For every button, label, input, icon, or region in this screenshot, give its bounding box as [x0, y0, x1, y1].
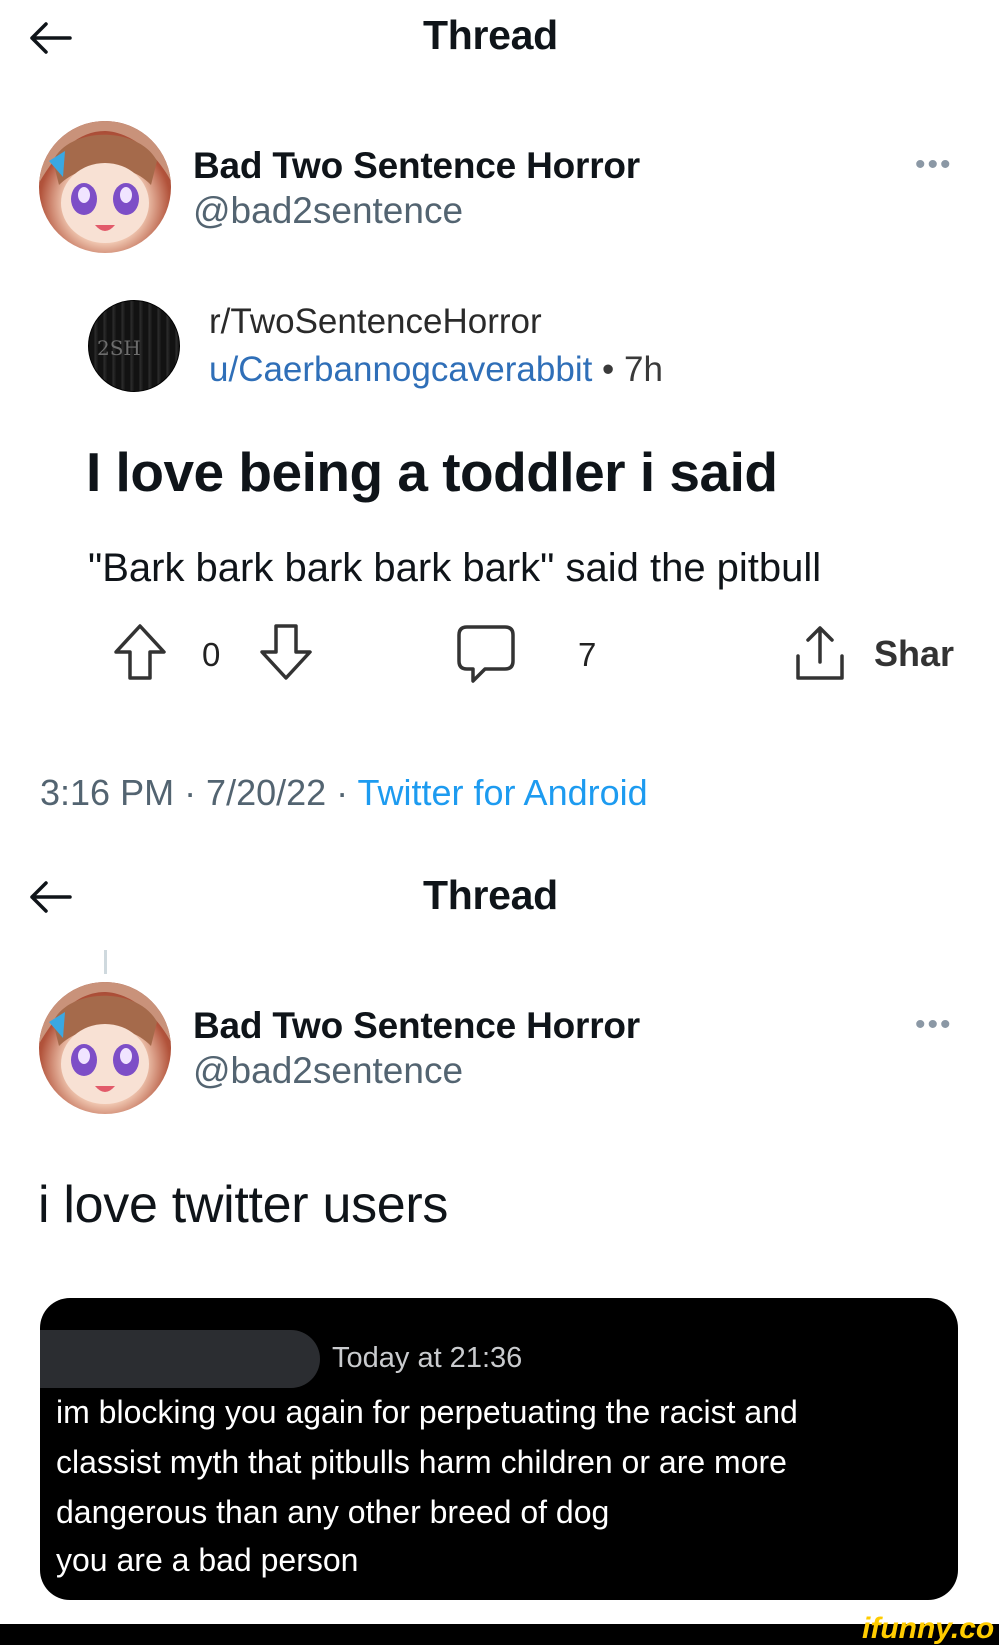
tweet-text: i love twitter users: [38, 1176, 449, 1234]
page-title: Thread: [423, 872, 558, 918]
message-timestamp: Today at 21:36: [332, 1342, 523, 1374]
page-title: Thread: [423, 12, 558, 58]
share-icon[interactable]: [792, 622, 848, 682]
reddit-username: u/Caerbannogcaverabbit: [209, 350, 593, 389]
redacted-username-bar: [40, 1330, 320, 1388]
comment-icon[interactable]: [455, 623, 517, 685]
subreddit-name: r/TwoSentenceHorror: [209, 302, 542, 341]
avatar[interactable]: [39, 982, 171, 1114]
reddit-byline: u/Caerbannogcaverabbit • 7h: [209, 350, 663, 390]
more-options-icon[interactable]: •••: [915, 148, 953, 182]
share-button[interactable]: Shar: [874, 633, 954, 675]
author-name[interactable]: Bad Two Sentence Horror: [193, 1005, 640, 1047]
more-options-icon[interactable]: •••: [915, 1008, 953, 1042]
reddit-post-body: "Bark bark bark bark bark" said the pitb…: [88, 546, 822, 590]
downvote-icon[interactable]: [258, 622, 314, 682]
attached-screenshot[interactable]: Today at 21:36 im blocking you again for…: [40, 1298, 958, 1600]
footer-bar: ifunny.co: [0, 1612, 999, 1645]
byline-separator: •: [592, 350, 625, 389]
avatar[interactable]: [39, 121, 171, 253]
author-handle[interactable]: @bad2sentence: [193, 190, 463, 232]
subreddit-avatar: 2SH: [88, 300, 180, 392]
message-line: you are a bad person: [56, 1542, 359, 1578]
message-line: im blocking you again for perpetuating t…: [56, 1394, 798, 1430]
tweet-source-link[interactable]: Twitter for Android: [358, 772, 648, 813]
upvote-icon[interactable]: [112, 622, 168, 682]
message-line: dangerous than any other breed of dog: [56, 1494, 610, 1530]
comment-count: 7: [578, 636, 597, 673]
subreddit-avatar-text: 2SH: [97, 336, 141, 360]
tweet-timestamp: 3:16 PM · 7/20/22 ·: [40, 772, 358, 813]
watermark: ifunny.co: [862, 1612, 995, 1645]
post-age: 7h: [624, 350, 663, 389]
back-arrow-icon[interactable]: [26, 18, 76, 58]
thread-connector-line: [104, 950, 107, 974]
tweet-meta: 3:16 PM · 7/20/22 · Twitter for Android: [40, 772, 648, 814]
author-handle[interactable]: @bad2sentence: [193, 1050, 463, 1092]
vote-count: 0: [202, 636, 221, 673]
back-arrow-icon[interactable]: [26, 877, 76, 917]
author-name[interactable]: Bad Two Sentence Horror: [193, 145, 640, 187]
reddit-post-title: I love being a toddler i said: [86, 441, 778, 503]
message-line: classist myth that pitbulls harm childre…: [56, 1444, 787, 1480]
